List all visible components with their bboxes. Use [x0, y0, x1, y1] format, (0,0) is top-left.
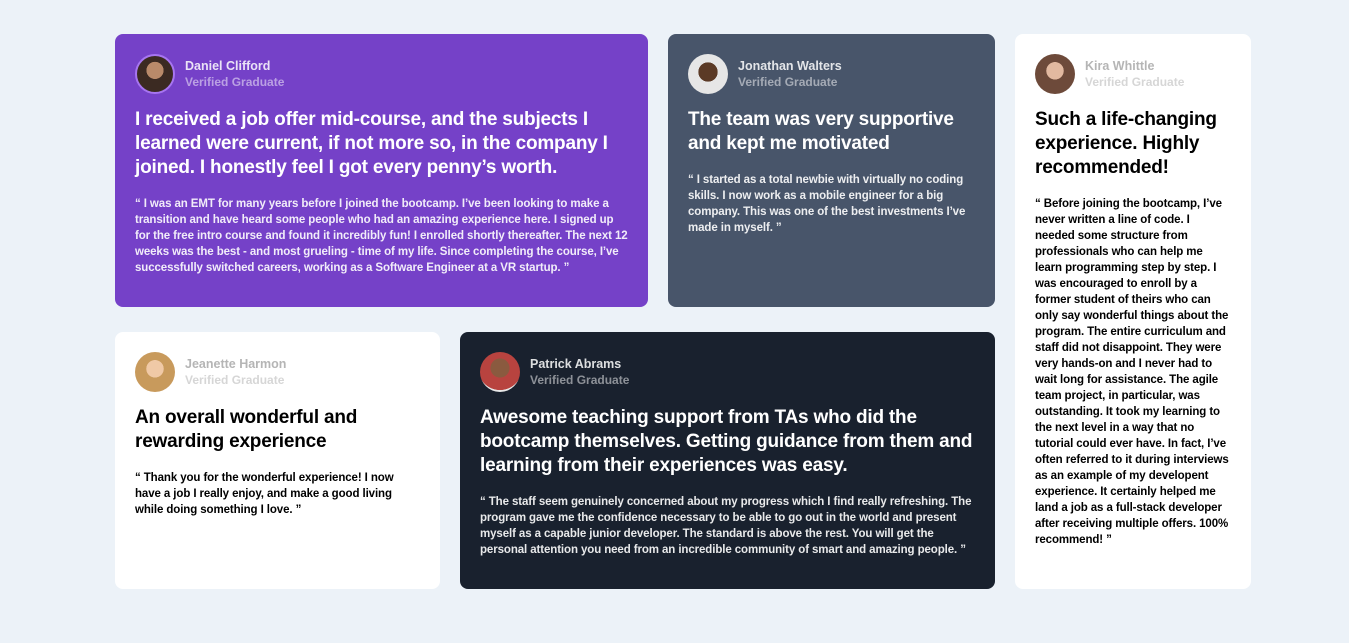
- testimonial-quote: “ I was an EMT for many years before I j…: [135, 198, 628, 274]
- testimonial-card-patrick-abrams: Patrick Abrams Verified Graduate Awesome…: [460, 332, 995, 589]
- testimonial-card-jeanette-harmon: Jeanette Harmon Verified Graduate An ove…: [115, 332, 440, 589]
- author-role: Verified Graduate: [185, 75, 285, 89]
- avatar: [688, 54, 728, 94]
- author-name: Kira Whittle: [1085, 59, 1155, 73]
- author-name: Daniel Clifford: [185, 59, 271, 73]
- testimonial-card-jonathan-walters: Jonathan Walters Verified Graduate The t…: [668, 34, 995, 307]
- author-name: Jeanette Harmon: [185, 357, 287, 371]
- avatar: [135, 352, 175, 392]
- testimonial-headline: I received a job offer mid-course, and t…: [135, 109, 608, 178]
- testimonial-headline: The team was very supportive and kept me…: [688, 109, 954, 154]
- author-role: Verified Graduate: [1085, 75, 1185, 89]
- testimonial-quote: “ Before joining the bootcamp, I’ve neve…: [1035, 198, 1229, 546]
- testimonial-header: Daniel Clifford Verified Graduate: [135, 54, 628, 94]
- testimonial-card-daniel-clifford: Daniel Clifford Verified Graduate I rece…: [115, 34, 648, 307]
- testimonial-card-kira-whittle: Kira Whittle Verified Graduate Such a li…: [1015, 34, 1251, 589]
- avatar: [480, 352, 520, 392]
- author-role: Verified Graduate: [185, 373, 285, 387]
- testimonial-header: Kira Whittle Verified Graduate: [1035, 54, 1231, 94]
- testimonial-header: Jonathan Walters Verified Graduate: [688, 54, 975, 94]
- author-name: Jonathan Walters: [738, 59, 842, 73]
- testimonial-headline: An overall wonderful and rewarding exper…: [135, 407, 358, 452]
- testimonial-headline: Awesome teaching support from TAs who di…: [480, 407, 973, 476]
- testimonial-header: Jeanette Harmon Verified Graduate: [135, 352, 420, 392]
- testimonial-quote: “ Thank you for the wonderful experience…: [135, 472, 394, 516]
- avatar: [1035, 54, 1075, 94]
- author-role: Verified Graduate: [738, 75, 838, 89]
- author-name: Patrick Abrams: [530, 357, 622, 371]
- author-role: Verified Graduate: [530, 373, 630, 387]
- avatar: [135, 54, 175, 94]
- testimonial-headline: Such a life-changing experience. Highly …: [1035, 109, 1217, 178]
- testimonial-header: Patrick Abrams Verified Graduate: [480, 352, 975, 392]
- testimonial-quote: “ I started as a total newbie with virtu…: [688, 174, 966, 234]
- testimonial-quote: “ The staff seem genuinely concerned abo…: [480, 496, 972, 556]
